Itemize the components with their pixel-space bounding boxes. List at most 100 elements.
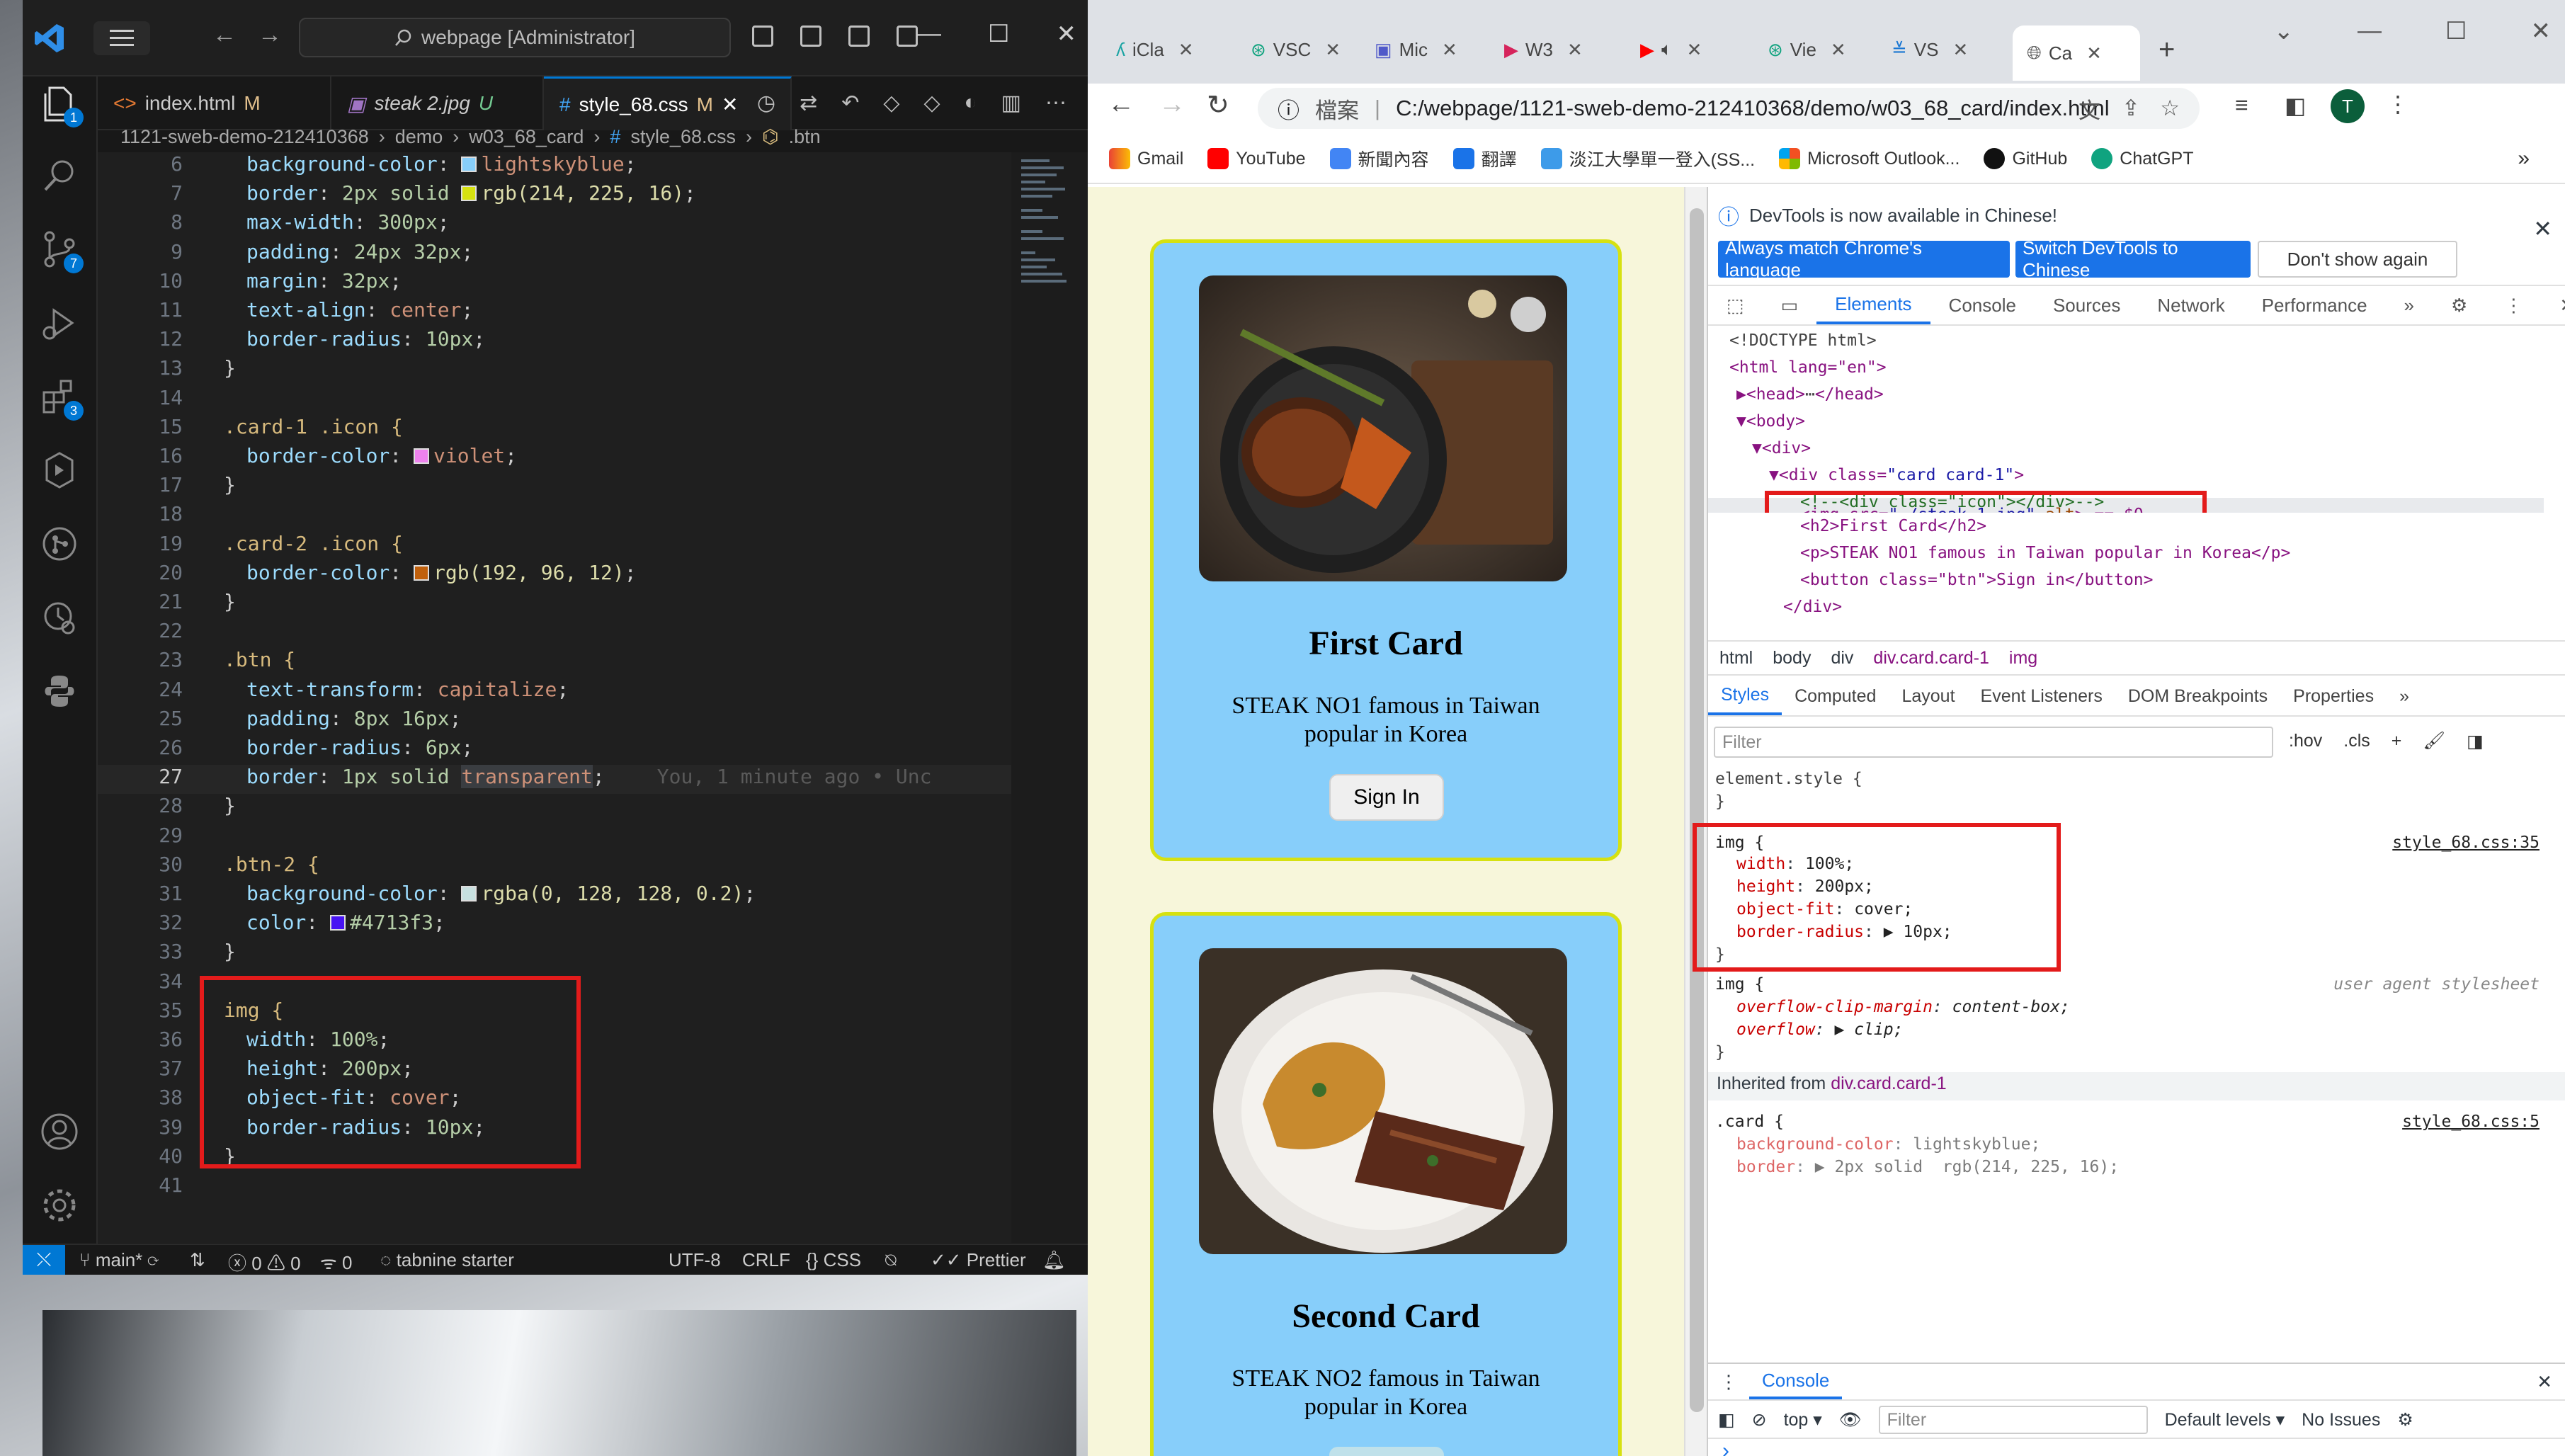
run-debug-icon[interactable]	[40, 303, 81, 344]
tab-event-listeners[interactable]: Event Listeners	[1968, 677, 2115, 715]
tab-computed[interactable]: Computed	[1782, 677, 1889, 715]
bookmark-star-icon[interactable]: ☆	[2160, 96, 2180, 121]
language-indicator[interactable]: {} CSS	[806, 1249, 861, 1271]
code-line[interactable]: 29	[98, 824, 1011, 853]
close-tab-icon[interactable]: ✕	[1178, 39, 1194, 61]
maximize-icon[interactable]: ☐	[2445, 17, 2467, 45]
close-tab-icon[interactable]: ✕	[2086, 42, 2102, 64]
console-filter-input[interactable]: Filter	[1878, 1406, 2148, 1434]
dom-div[interactable]: ▼<div>	[1752, 435, 1811, 462]
card-rule-source-link[interactable]: style_68.css:5	[2402, 1110, 2540, 1133]
browser-tab[interactable]: ⊛ VSC ✕	[1251, 28, 1341, 71]
drawer-menu-icon[interactable]: ⋮	[1708, 1371, 1749, 1393]
close-infobar-icon[interactable]: ✕	[2533, 215, 2552, 242]
git-graph-icon[interactable]	[40, 524, 81, 565]
prev-change-icon[interactable]: ◇	[883, 91, 899, 115]
browser-tab[interactable]: ▶ 🔈︎ ✕	[1640, 28, 1702, 71]
close-tab-icon[interactable]: ✕	[1567, 39, 1583, 61]
color-swatch[interactable]	[461, 186, 477, 202]
search-view-icon[interactable]	[40, 156, 81, 197]
forward-arrow-icon[interactable]: →	[258, 21, 303, 48]
color-swatch[interactable]	[330, 915, 346, 931]
console-prompt[interactable]: ›	[1722, 1439, 1729, 1456]
card-rule-prop[interactable]: background-color: lightskyblue;	[1736, 1133, 2040, 1156]
scroll-thumb[interactable]	[1690, 208, 1704, 1412]
color-swatch[interactable]	[414, 564, 430, 581]
ua-rule-selector[interactable]: img {	[1715, 973, 1764, 996]
publish-icon[interactable]: ⇅	[190, 1249, 205, 1271]
settings-gear-icon[interactable]	[40, 1185, 81, 1227]
tab-search-icon[interactable]: ⌄	[2274, 17, 2294, 45]
dom-card-div[interactable]: ▼<div class="card card-1">	[1769, 462, 2024, 489]
bookmark-github[interactable]: GitHub	[1984, 148, 2067, 169]
browser-tab[interactable]: ⊛ Vie ✕	[1768, 28, 1846, 71]
code-line[interactable]: 9 padding: 24px 32px;	[98, 240, 1011, 269]
eol-indicator[interactable]: CRLF	[742, 1249, 790, 1271]
python-icon[interactable]	[40, 671, 81, 712]
remote-indicator-icon[interactable]: ⤬	[23, 1245, 65, 1275]
code-line[interactable]: 13}	[98, 356, 1011, 385]
code-line[interactable]: 15 .card-1 .icon {	[98, 415, 1011, 444]
branch-indicator[interactable]: ⑂ main* ⟳	[79, 1249, 159, 1271]
extensions-icon[interactable]: 3	[40, 377, 84, 421]
timeline-icon[interactable]: ◷	[757, 91, 775, 115]
problems-indicator[interactable]: ⓧ 0 ⚠ 0	[228, 1249, 301, 1275]
toggle-secondary-sidebar-icon[interactable]	[848, 25, 870, 47]
tab-audio-icon[interactable]: 🔈︎	[1661, 38, 1673, 61]
tab-dom-breakpoints[interactable]: DOM Breakpoints	[2115, 677, 2280, 715]
bookmark-chatgpt[interactable]: ChatGPT	[2091, 148, 2193, 169]
color-format-icon[interactable]: 🖌︎	[2423, 731, 2445, 752]
prettier-indicator[interactable]: ✓✓ Prettier	[931, 1249, 1026, 1271]
history-nav[interactable]: ←→	[212, 21, 303, 49]
browser-tab[interactable]: ʎ iCla ✕	[1116, 28, 1194, 71]
breadcrumb-item[interactable]: style_68.css	[630, 126, 736, 148]
notifications-bell-icon[interactable]: 🔔︎	[1042, 1249, 1066, 1271]
revert-icon[interactable]: ↶	[841, 91, 859, 115]
dom-tree[interactable]: <!DOCTYPE html> <html lang="en"> ▶<head>…	[1708, 327, 2544, 513]
styles-rules[interactable]: element.style { } img { style_68.css:35 …	[1693, 768, 2565, 1363]
ports-indicator[interactable]: ᯤ 0	[320, 1249, 352, 1275]
color-swatch[interactable]	[461, 157, 477, 172]
dom-div-close[interactable]: </div>	[1783, 593, 1842, 620]
code-line[interactable]: 16 border-color: violet;	[98, 444, 1011, 473]
back-arrow-icon[interactable]: ←	[1108, 89, 1134, 120]
code-line[interactable]: 26 border-radius: 6px;	[98, 736, 1011, 765]
close-tab-icon[interactable]: ✕	[722, 93, 738, 116]
code-line[interactable]: 22	[98, 619, 1011, 648]
browser-tab[interactable]: ≚ VS ✕	[1892, 28, 1968, 71]
devtools-settings-icon[interactable]: ⚙	[2433, 286, 2486, 324]
close-icon[interactable]: ✕	[2531, 17, 2552, 45]
accounts-icon[interactable]	[40, 1112, 81, 1153]
breadcrumb-item[interactable]: w03_68_card	[469, 126, 584, 148]
browser-tab[interactable]: ▣ Mic ✕	[1375, 28, 1457, 71]
more-bookmarks-icon[interactable]: »	[2518, 147, 2530, 171]
back-arrow-icon[interactable]: ←	[212, 21, 258, 48]
code-line[interactable]: 6 background-color: lightskyblue;	[98, 152, 1011, 181]
computed-sidebar-icon[interactable]: ◨	[2467, 731, 2484, 752]
inspect-element-icon[interactable]: ⬚	[1708, 286, 1763, 324]
toggle-sidebar-icon[interactable]	[752, 25, 773, 47]
tab-properties[interactable]: Properties	[2280, 677, 2387, 715]
drawer-tab-console[interactable]: Console	[1749, 1364, 1843, 1399]
page-scrollbar[interactable]	[1684, 187, 1707, 1456]
maximize-icon[interactable]: ☐	[988, 20, 1009, 48]
new-tab-button[interactable]: +	[2159, 28, 2175, 71]
code-line[interactable]: 11 text-align: center;	[98, 298, 1011, 327]
minimize-icon[interactable]: —	[2358, 17, 2382, 45]
close-tab-icon[interactable]: ✕	[1831, 39, 1846, 61]
hamburger-menu-icon[interactable]	[93, 21, 150, 55]
code-line[interactable]: 27 border: 1px solid transparent; You, 1 m…	[98, 765, 1011, 795]
address-bar[interactable]: ⓘ 檔案 | C:/webpage/1121-sweb-demo-2124103…	[1258, 88, 2200, 129]
encoding-indicator[interactable]: UTF-8	[669, 1249, 721, 1271]
customize-layout-icon[interactable]	[897, 25, 918, 47]
cls-toggle[interactable]: .cls	[2343, 731, 2370, 752]
styles-filter-input[interactable]: Filter	[1714, 727, 2273, 758]
card-2-button[interactable]	[1329, 1447, 1444, 1456]
side-panel-icon[interactable]: ◧	[2285, 92, 2306, 119]
code-line[interactable]: 41	[98, 1173, 1011, 1202]
code-line[interactable]: 32 color: #4713f3;	[98, 911, 1011, 940]
img-rule-source-link[interactable]: style_68.css:35	[2392, 831, 2540, 854]
code-line[interactable]: 10 margin: 32px;	[98, 269, 1011, 298]
dom-head[interactable]: ▶<head>⋯</head>	[1736, 381, 1884, 408]
element-style-selector[interactable]: element.style {	[1715, 768, 1862, 790]
